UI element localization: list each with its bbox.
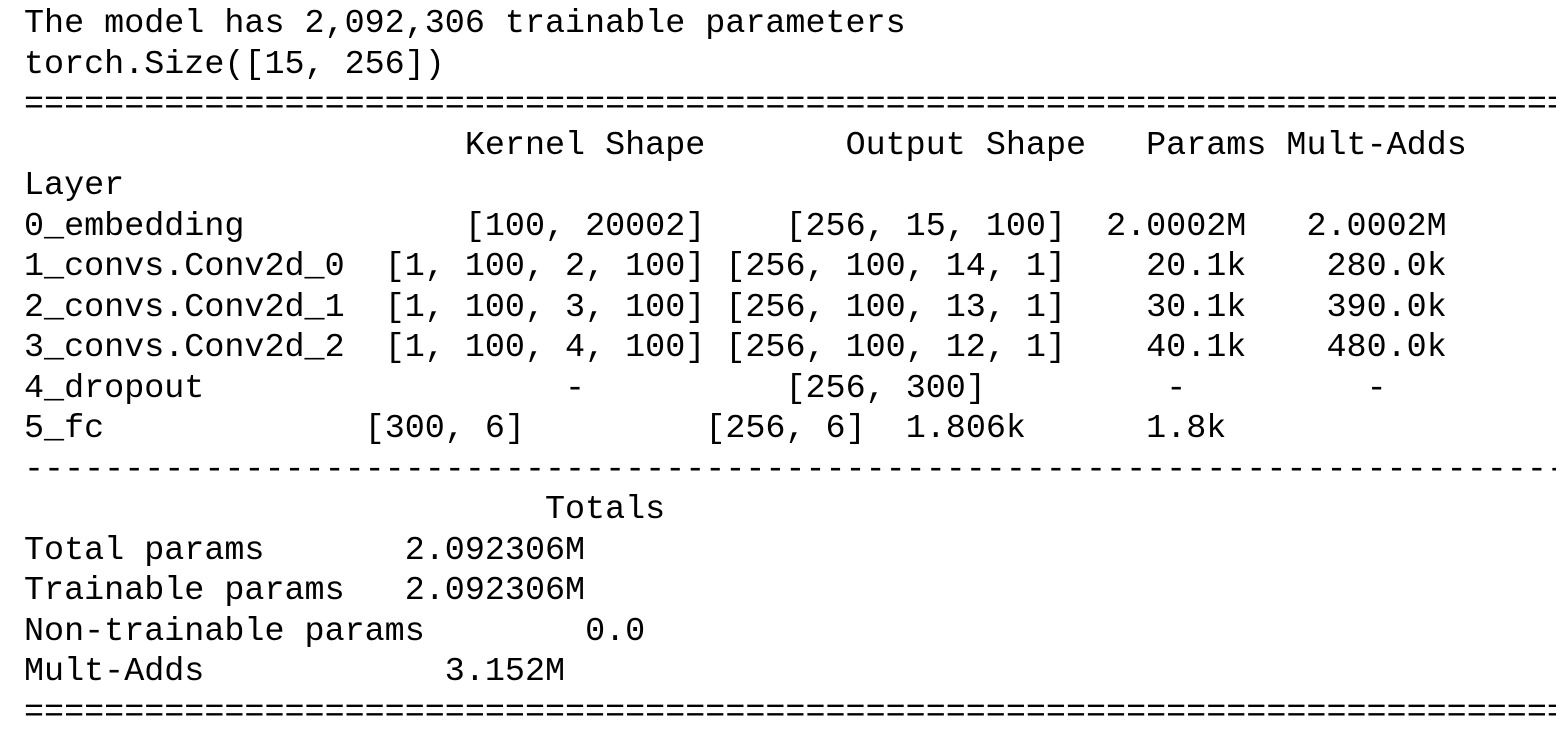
double-rule-top: ========================================… xyxy=(24,86,1556,124)
index-header-layer: Layer xyxy=(24,167,125,205)
mult-adds-value: 480.0k xyxy=(1326,329,1447,367)
table-row: 5_fc [300, 6] [256, 6] 1.806k 1.8k xyxy=(24,409,1556,450)
table-row: 3_convs.Conv2d_2 [1, 100, 4, 100] [256, … xyxy=(24,328,1556,369)
layer-name: 5_fc xyxy=(24,410,105,448)
layer-name: 3_convs.Conv2d_2 xyxy=(24,329,345,367)
double-rule-bottom: ========================================… xyxy=(24,693,1556,732)
totals-label: Total params xyxy=(24,531,265,570)
kernel-shape-value: [1, 100, 4, 100] xyxy=(384,329,706,367)
mult-adds-value: 1.8k xyxy=(1146,410,1227,448)
params-value: 1.806k xyxy=(905,410,1026,448)
header-spacer-mult-adds xyxy=(1266,127,1286,165)
totals-label: Trainable params xyxy=(24,572,345,610)
col-header-kernel-shape: Kernel Shape xyxy=(464,126,706,165)
params-value: 30.1k xyxy=(1146,288,1247,327)
column-header-row: Kernel Shape Output Shape Params Mult-Ad… xyxy=(24,126,1556,167)
table-row: 2_convs.Conv2d_1 [1, 100, 3, 100] [256, … xyxy=(24,288,1556,329)
kernel-shape-value: [1, 100, 2, 100] xyxy=(384,248,706,286)
params-value: 40.1k xyxy=(1146,329,1247,367)
table-row: 1_convs.Conv2d_0 [1, 100, 2, 100] [256, … xyxy=(24,247,1556,288)
layer-name: 1_convs.Conv2d_0 xyxy=(24,248,345,286)
output-shape-value: [256, 300] xyxy=(785,369,986,408)
summary-output: The model has 2,092,306 trainable parame… xyxy=(24,4,1556,733)
tensor-size-line: torch.Size([15, 256]) xyxy=(24,45,445,84)
totals-value: 3.152M xyxy=(444,653,566,691)
params-value: - xyxy=(1166,369,1187,408)
table-row: 0_embedding [100, 20002] [256, 15, 100] … xyxy=(24,207,1556,248)
totals-label: Non-trainable params xyxy=(24,612,425,651)
mult-adds-value: 280.0k xyxy=(1326,248,1447,286)
totals-row: Trainable params 2.092306M xyxy=(24,571,1556,612)
totals-label: Mult-Adds xyxy=(24,653,205,691)
kernel-shape-value: [1, 100, 3, 100] xyxy=(384,288,706,327)
mult-adds-value: 390.0k xyxy=(1326,288,1447,327)
mult-adds-value: - xyxy=(1366,369,1387,408)
col-header-params: Params xyxy=(1146,126,1267,165)
col-header-output-shape: Output Shape xyxy=(845,126,1087,165)
layer-name: 2_convs.Conv2d_1 xyxy=(24,288,345,327)
header-spacer-layer xyxy=(24,127,465,165)
totals-header-row: Totals xyxy=(24,490,1556,531)
layer-name: 0_embedding xyxy=(24,207,245,246)
totals-value: 2.092306M xyxy=(404,572,586,610)
kernel-shape-value: [300, 6] xyxy=(364,410,525,448)
output-shape-value: [256, 100, 14, 1] xyxy=(725,248,1066,286)
output-shape-value: [256, 15, 100] xyxy=(785,207,1066,246)
totals-row: Non-trainable params 0.0 xyxy=(24,612,1556,653)
output-shape-value: [256, 6] xyxy=(705,410,866,448)
kernel-shape-value: - xyxy=(565,369,586,408)
table-row: 4_dropout - [256, 300] - - xyxy=(24,369,1556,410)
totals-header: Totals xyxy=(544,491,666,529)
totals-value: 2.092306M xyxy=(404,531,586,570)
output-shape-value: [256, 100, 12, 1] xyxy=(725,329,1066,367)
layer-name: 4_dropout xyxy=(24,369,205,408)
header-spacer-output xyxy=(705,127,845,165)
params-value: 2.0002M xyxy=(1106,207,1247,246)
index-header-row: Layer xyxy=(24,166,1556,207)
totals-value: 0.0 xyxy=(585,612,646,651)
single-rule: ----------------------------------------… xyxy=(24,450,1556,489)
kernel-shape-value: [100, 20002] xyxy=(464,207,706,246)
trainable-params-message: The model has 2,092,306 trainable parame… xyxy=(24,5,906,43)
totals-row: Mult-Adds 3.152M xyxy=(24,652,1556,693)
header-spacer-params xyxy=(1086,127,1146,165)
totals-row: Total params 2.092306M xyxy=(24,531,1556,572)
output-shape-value: [256, 100, 13, 1] xyxy=(725,288,1066,327)
params-value: 20.1k xyxy=(1146,248,1247,286)
col-header-mult-adds: Mult-Adds xyxy=(1286,126,1467,165)
mult-adds-value: 2.0002M xyxy=(1306,207,1447,246)
